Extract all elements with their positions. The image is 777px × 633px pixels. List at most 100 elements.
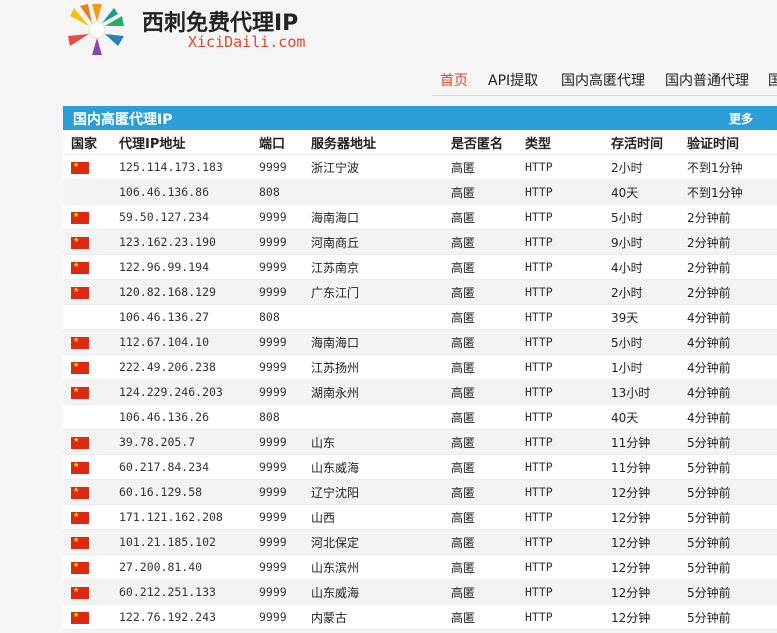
cell-country [63,404,111,430]
col-header-ip: 代理IP地址 [119,136,186,152]
table-row: 60.212.251.1339999山东威海高匿HTTP12分钟5分钟前 [63,579,777,605]
cell-country [63,279,111,305]
cell-alive: 40天 [603,404,679,430]
cell-ip: 106.124.151.114 [111,629,251,633]
cell-verified: 4分钟前 [679,379,777,405]
cell-type: HTTP [517,279,603,305]
nav-item-home[interactable]: 首页 [440,70,468,90]
table-row: 122.76.192.2439999内蒙古高匿HTTP12分钟5分钟前 [63,604,777,630]
cell-verified: 5分钟前 [679,479,777,505]
china-flag-icon [71,159,89,174]
cell-alive: 9小时 [603,229,679,255]
cell-type: HTTP [517,554,603,580]
cell-type: HTTP [517,304,603,330]
cell-port: 9999 [251,379,303,405]
table-row: 101.21.185.1029999河北保定高匿HTTP12分钟5分钟前 [63,529,777,555]
cell-country [63,329,111,355]
cell-type: HTTP [517,204,603,230]
cell-anonymity: 高匿 [443,329,517,355]
table-row: 124.229.246.2039999湖南永州高匿HTTP13小时4分钟前 [63,379,777,405]
cell-anonymity: 高匿 [443,479,517,505]
cell-type: HTTP [517,229,603,255]
cell-port: 9999 [251,579,303,605]
cell-verified: 5分钟前 [679,429,777,455]
cell-type: HTTP [517,504,603,530]
cell-alive: 12分钟 [603,579,679,605]
cell-anonymity: 高匿 [443,579,517,605]
cell-ip: 112.67.104.10 [111,329,251,355]
cell-anonymity: 高匿 [443,279,517,305]
cell-port: 808 [251,304,303,330]
nav-item-api[interactable]: API提取 [488,70,538,90]
nav-item-more[interactable]: 国 [768,70,777,90]
table-row: 123.162.23.1909999河南商丘高匿HTTP9小时2分钟前 [63,229,777,255]
table-row: 106.46.136.26 808 高匿 HTTP 40天 4分钟前 [63,404,777,430]
table-row: 106.46.136.86 808 高匿 HTTP 40天 不到1分钟 [63,179,777,205]
cell-location: 山西 [303,504,443,530]
more-link[interactable]: 更多 [729,110,753,127]
cell-verified: 5分钟前 [679,554,777,580]
cell-country [63,629,111,633]
cell-ip: 106.46.136.27 [111,304,251,330]
cell-verified: 4分钟前 [679,304,777,330]
cell-port: 9999 [251,629,303,633]
china-flag-icon [71,459,89,474]
cell-alive: 12分钟 [603,479,679,505]
cell-alive: 12分钟 [603,504,679,530]
nav-item-normal[interactable]: 国内普通代理 [665,70,749,90]
cell-location: 山东威海 [303,454,443,480]
site-domain: XiciDaili.com [188,33,306,51]
china-flag-icon [71,584,89,599]
cell-alive: 1小时 [603,354,679,380]
cell-alive: 13小时 [603,379,679,405]
cell-verified: 2分钟前 [679,204,777,230]
cell-ip: 60.212.251.133 [111,579,251,605]
cell-alive: 11分钟 [603,429,679,455]
panel-title: 国内高匿代理IP [73,112,173,128]
cell-location: 海南海口 [303,204,443,230]
cell-type: HTTP [517,479,603,505]
cell-verified: 5分钟前 [679,504,777,530]
site-logo[interactable] [62,0,132,56]
cell-anonymity: 高匿 [443,604,517,630]
cell-ip: 39.78.205.7 [111,429,251,455]
cell-anonymity: 高匿 [443,354,517,380]
cell-anonymity: 高匿 [443,204,517,230]
cell-verified: 5分钟前 [679,579,777,605]
cell-country [63,554,111,580]
cell-location: 广东江门 [303,279,443,305]
nav-item-high-anon[interactable]: 国内高匿代理 [561,70,645,90]
cell-type: HTTP [517,179,603,205]
cell-location: 江苏扬州 [303,354,443,380]
china-flag-icon [71,234,89,249]
cell-port: 808 [251,404,303,430]
proxy-panel: 国内高匿代理IP 更多 国家 代理IP地址 端口 服务器地址 是否匿名 类型 存… [63,106,777,633]
table-row: 171.121.162.2089999山西高匿HTTP12分钟5分钟前 [63,504,777,530]
table-row: 60.217.84.2349999山东威海高匿HTTP11分钟5分钟前 [63,454,777,480]
cell-port: 9999 [251,604,303,630]
cell-country [63,604,111,630]
cell-type: HTTP [517,629,603,633]
cell-country [63,354,111,380]
nav-divider [432,95,777,96]
china-flag-icon [71,609,89,624]
cell-anonymity: 高匿 [443,554,517,580]
china-flag-icon [71,334,89,349]
cell-country [63,154,111,180]
cell-port: 9999 [251,429,303,455]
cell-port: 9999 [251,354,303,380]
cell-ip: 120.82.168.129 [111,279,251,305]
cell-alive: 5小时 [603,204,679,230]
cell-port: 9999 [251,554,303,580]
panel-header: 国内高匿代理IP 更多 [63,106,777,130]
cell-port: 9999 [251,229,303,255]
cell-type: HTTP [517,329,603,355]
china-flag-icon [71,284,89,299]
cell-location: 山东 [303,429,443,455]
cell-verified: 2分钟前 [679,279,777,305]
china-flag-icon [71,559,89,574]
cell-location: 海南海口 [303,329,443,355]
cell-verified: 5分钟前 [679,604,777,630]
cell-ip: 106.46.136.26 [111,404,251,430]
cell-ip: 60.16.129.58 [111,479,251,505]
